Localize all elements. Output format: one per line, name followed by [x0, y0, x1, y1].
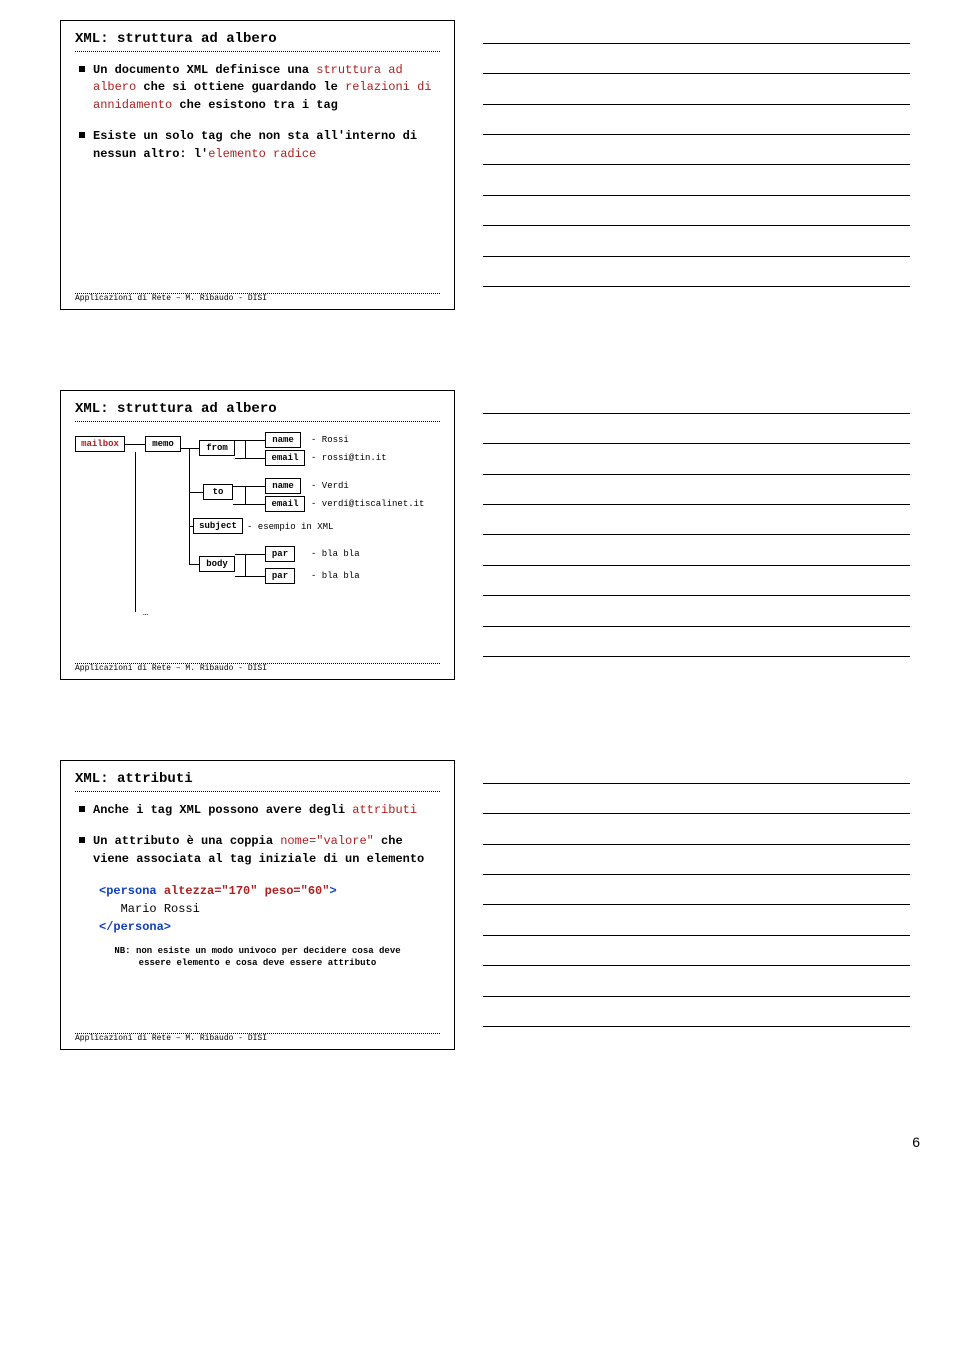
footer-text: Applicazioni di Rete – M. Ribaudo - DISI	[75, 294, 440, 303]
slide-2-title: XML: struttura ad albero	[75, 401, 440, 417]
bullet: Un attributo è una coppia nome="valore" …	[75, 833, 440, 868]
tree-node-par: par	[265, 546, 295, 562]
code-tag: <persona	[99, 884, 164, 898]
text: NB: non esiste un modo univoco per decid…	[114, 946, 400, 956]
code-attrs: altezza="170" peso="60"	[164, 884, 330, 898]
divider	[75, 51, 440, 52]
text: che si ottiene guardando le	[136, 80, 345, 94]
bullet: Anche i tag XML possono avere degli attr…	[75, 802, 440, 819]
bullet-text: Anche i tag XML possono avere degli attr…	[93, 802, 417, 819]
code-tag: >	[329, 884, 336, 898]
bullet: Un documento XML definisce una struttura…	[75, 62, 440, 114]
bullet-text: Un attributo è una coppia nome="valore" …	[93, 833, 440, 868]
tree-value: - bla bla	[311, 549, 360, 559]
text: che esistono tra i tag	[172, 98, 338, 112]
bullet-icon	[79, 132, 85, 138]
slides-row-1: XML: struttura ad albero Un documento XM…	[0, 20, 960, 310]
tree-node-memo: memo	[145, 436, 181, 452]
note-lines	[483, 760, 910, 1050]
footer-text: Applicazioni di Rete – M. Ribaudo - DISI	[75, 1034, 440, 1043]
slides-row-3: XML: attributi Anche i tag XML possono a…	[0, 760, 960, 1050]
highlight: attributi	[352, 803, 417, 817]
bullet: Esiste un solo tag che non sta all'inter…	[75, 128, 440, 163]
tree-node-from: from	[199, 440, 235, 456]
note-text: NB: non esiste un modo univoco per decid…	[75, 946, 440, 969]
tree-node-body: body	[199, 556, 235, 572]
tree-value: - rossi@tin.it	[311, 453, 387, 463]
code-example: <persona altezza="170" peso="60"> Mario …	[99, 882, 440, 936]
code-content: Mario Rossi	[121, 902, 200, 916]
bullet-icon	[79, 66, 85, 72]
slide-3: XML: attributi Anche i tag XML possono a…	[60, 760, 455, 1050]
bullet-text: Un documento XML definisce una struttura…	[93, 62, 440, 114]
note-lines	[483, 20, 910, 310]
text: essere elemento e cosa deve essere attri…	[139, 958, 377, 968]
tree-node-par: par	[265, 568, 295, 584]
tree-node-email: email	[265, 450, 305, 466]
bullet-icon	[79, 837, 85, 843]
slide-footer: Applicazioni di Rete – M. Ribaudo - DISI	[75, 293, 440, 303]
slide-3-title: XML: attributi	[75, 771, 440, 787]
note-lines	[483, 390, 910, 680]
highlight: nome="valore"	[280, 834, 374, 848]
tree-node-subject: subject	[193, 518, 243, 534]
tree-value: - bla bla	[311, 571, 360, 581]
slide-1: XML: struttura ad albero Un documento XM…	[60, 20, 455, 310]
divider	[75, 421, 440, 422]
slide-1-title: XML: struttura ad albero	[75, 31, 440, 47]
slides-row-2: XML: struttura ad albero mailbox memo fr…	[0, 390, 960, 680]
bullet-text: Esiste un solo tag che non sta all'inter…	[93, 128, 440, 163]
code-tag: </persona>	[99, 920, 171, 934]
text: Un attributo è una coppia	[93, 834, 280, 848]
page-number: 6	[912, 1134, 920, 1150]
tree-node-mailbox: mailbox	[75, 436, 125, 452]
divider	[75, 791, 440, 792]
highlight: elemento radice	[208, 147, 316, 161]
text: Un documento XML definisce una	[93, 63, 309, 77]
tree-node-email: email	[265, 496, 305, 512]
tree-ellipsis: …	[143, 608, 148, 618]
slide-footer: Applicazioni di Rete – M. Ribaudo - DISI	[75, 663, 440, 673]
slide-footer: Applicazioni di Rete – M. Ribaudo - DISI	[75, 1033, 440, 1043]
tree-value: - Rossi	[311, 435, 349, 445]
tree-diagram: mailbox memo from name - Rossi email - r…	[75, 432, 440, 642]
bullet-icon	[79, 806, 85, 812]
footer-text: Applicazioni di Rete – M. Ribaudo - DISI	[75, 664, 440, 673]
slide-2: XML: struttura ad albero mailbox memo fr…	[60, 390, 455, 680]
tree-value: - Verdi	[311, 481, 349, 491]
tree-node-name: name	[265, 478, 301, 494]
tree-node-to: to	[203, 484, 233, 500]
tree-node-name: name	[265, 432, 301, 448]
tree-value: - esempio in XML	[247, 522, 333, 532]
tree-value: - verdi@tiscalinet.it	[311, 499, 424, 509]
text: Anche i tag XML possono avere degli	[93, 803, 352, 817]
